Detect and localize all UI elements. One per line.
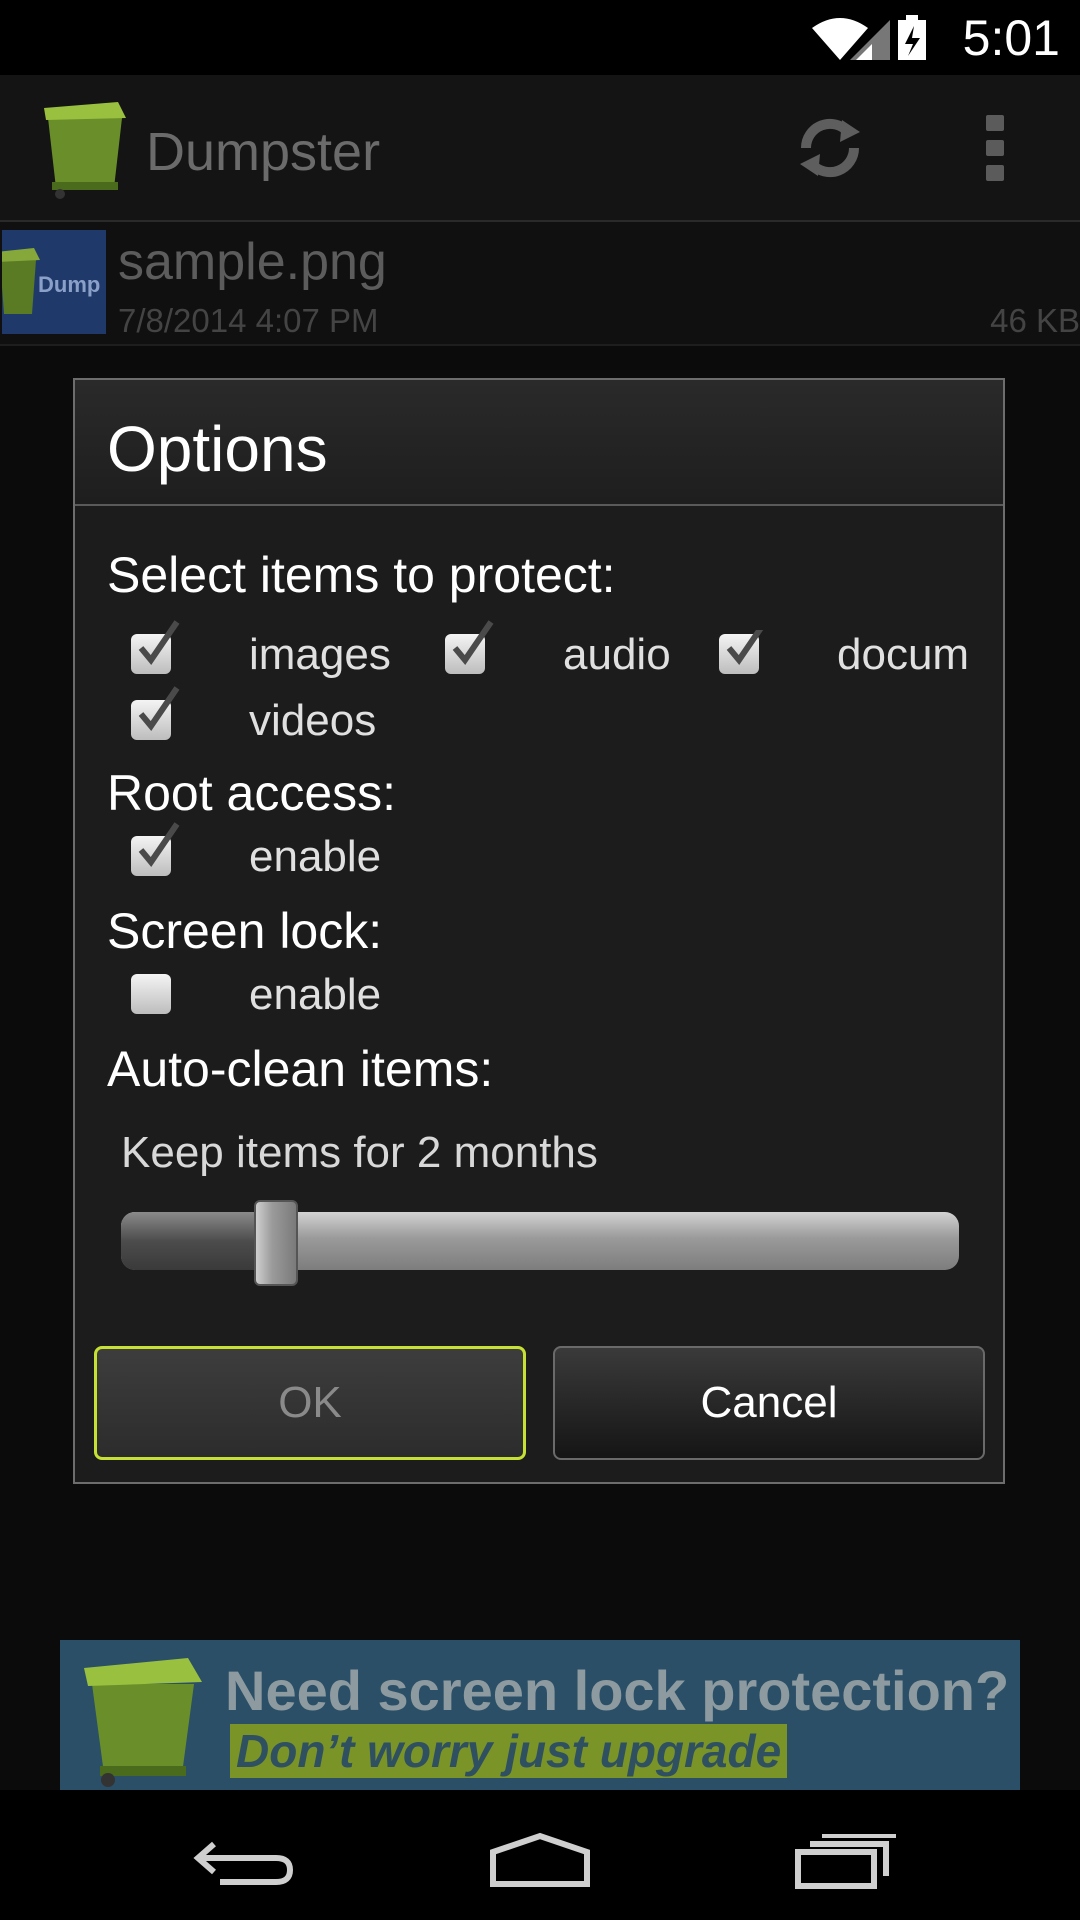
auto-clean-slider-fill [121,1212,277,1270]
dumpster-app-icon [44,102,126,199]
ok-button[interactable]: OK [94,1346,526,1460]
documents-label: docum [837,630,970,679]
keep-duration-text: Keep items for 2 months [121,1128,598,1177]
protect-option-audio[interactable]: audio [445,620,705,686]
checkmark-icon [726,630,764,665]
protect-section-label: Select items to protect: [107,547,616,603]
home-icon[interactable] [485,1830,595,1890]
videos-label: videos [249,696,377,745]
refresh-icon[interactable] [792,110,868,186]
action-bar: Dumpster [0,75,1080,222]
protect-option-documents[interactable]: docum [719,630,975,686]
screen-lock-label: Screen lock: [107,903,383,959]
file-thumbnail: Dump [2,230,106,334]
root-access-enable-label: enable [249,832,382,881]
ad-headline: Need screen lock protection? [225,1659,1010,1722]
back-icon[interactable] [190,1830,300,1890]
file-list-item[interactable]: Dump sample.png 7/8/2014 4:07 PM 46 KB [0,222,1080,346]
checkmark-icon [138,822,180,867]
file-size: 46 KB [990,302,1080,339]
checkmark-icon [452,620,494,665]
images-label: images [249,630,391,679]
checkmark-icon [138,620,180,665]
recent-apps-icon[interactable] [790,1830,900,1890]
screen-lock-enable-label: enable [249,970,382,1019]
screen-lock-checkbox[interactable] [131,974,171,1014]
root-access-option[interactable]: enable [131,822,431,888]
upgrade-ad-banner[interactable]: Need screen lock protection? Don’t worry… [60,1640,1020,1790]
thumbnail-text: Dump [38,272,101,297]
audio-label: audio [563,630,671,679]
auto-clean-label: Auto-clean items: [107,1041,494,1097]
navigation-bar [0,1790,1080,1920]
cancel-button[interactable]: Cancel [553,1346,985,1460]
status-time: 5:01 [962,10,1060,66]
file-date: 7/8/2014 4:07 PM [118,302,379,339]
dialog-title: Options [107,413,328,485]
app-title: Dumpster [146,122,381,182]
cancel-button-label: Cancel [700,1378,838,1427]
dumpster-icon [84,1658,202,1787]
status-bar: 5:01 [0,0,1080,75]
protect-option-videos[interactable]: videos [131,686,431,752]
options-dialog: Options Select items to protect: images … [73,378,1005,1484]
ad-subline: Don’t worry just upgrade [230,1724,788,1778]
file-name: sample.png [118,233,387,291]
screen-lock-option[interactable]: enable [131,970,431,1026]
checkmark-icon [138,686,180,731]
battery-icon [898,15,926,60]
ok-button-label: OK [278,1378,342,1427]
overflow-menu-icon[interactable] [984,115,1006,183]
status-icons [812,15,926,60]
auto-clean-slider-thumb[interactable] [254,1200,299,1286]
dialog-header: Options [75,380,1003,506]
protect-option-images[interactable]: images [131,620,431,686]
root-access-label: Root access: [107,765,397,821]
